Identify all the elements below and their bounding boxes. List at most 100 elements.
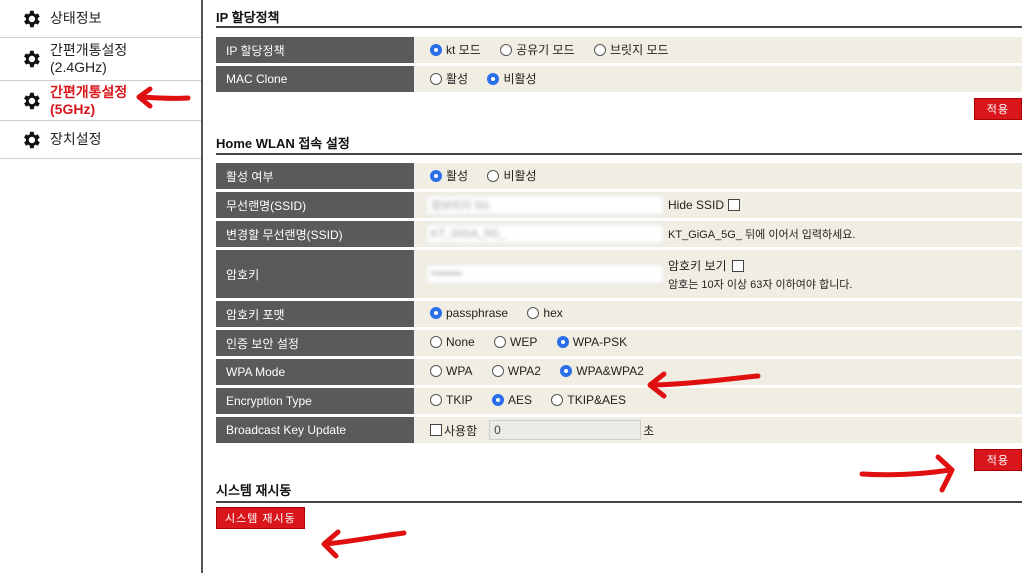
key-label: 암호키 (216, 250, 416, 298)
broadcast-label: Broadcast Key Update (216, 417, 416, 443)
ssid-inline: Hide SSID (426, 195, 1022, 215)
ip-apply-button[interactable]: 적용 (973, 98, 1022, 120)
radio-label: kt 모드 (446, 43, 481, 58)
radio-auth-none[interactable]: None (430, 335, 475, 349)
gear-icon (24, 50, 40, 68)
radio-dot[interactable] (491, 365, 504, 377)
broadcast-interval-input[interactable] (489, 420, 642, 440)
key-hint: 암호는 10자 이상 63자 이하여야 합니다. (668, 278, 853, 291)
show-key-checkbox[interactable] (731, 260, 744, 273)
label-line2: (2.4GHz) (50, 59, 107, 75)
change-ssid-input[interactable] (426, 224, 664, 244)
show-key-row: 암호키 보기 (668, 257, 853, 274)
hide-ssid-checkbox[interactable] (728, 199, 741, 211)
radio-dot[interactable] (527, 307, 540, 319)
radio-dot[interactable] (430, 365, 442, 377)
radio-dot-selected[interactable] (492, 394, 505, 406)
radio-label: 공유기 모드 (516, 43, 575, 58)
radio-label: WPA2 (507, 364, 541, 378)
radio-label: WPA (446, 364, 473, 378)
wpa-mode-label: WPA Mode (216, 359, 416, 385)
radio-enable-off[interactable]: 비활성 (487, 167, 537, 184)
gear-icon (24, 131, 40, 148)
key-cell: 암호키 보기 암호는 10자 이상 63자 이하여야 합니다. (416, 250, 1022, 298)
radio-kt-mode[interactable]: kt 모드 (430, 41, 481, 58)
hide-ssid-label: Hide SSID (668, 198, 725, 212)
ssid-cell: Hide SSID (416, 192, 1022, 218)
sidebar-item-quick-setup-24ghz[interactable]: 간편개통설정 (2.4GHz) (0, 38, 201, 81)
radio-label: 활성 (446, 72, 469, 87)
radio-label: 비활성 (503, 169, 537, 184)
radio-dot[interactable] (487, 169, 500, 182)
radio-dot[interactable] (430, 336, 442, 348)
broadcast-use-label: 사용함 (444, 423, 478, 438)
auth-label: 인증 보안 설정 (216, 330, 416, 356)
key-inline: 암호키 보기 암호는 10자 이상 63자 이하여야 합니다. (426, 257, 1022, 292)
sidebar-item-label: 간편개통설정 (2.4GHz) (50, 42, 127, 76)
radio-wpa-wpa2[interactable]: WPA&WPA2 (560, 364, 644, 378)
radio-tkip[interactable]: TKIP (430, 393, 473, 407)
radio-hex[interactable]: hex (527, 306, 563, 320)
radio-label: 비활성 (503, 72, 537, 87)
radio-bridge-mode[interactable]: 브릿지 모드 (593, 41, 669, 58)
radio-label: AES (508, 393, 533, 407)
red-arrow-reboot (321, 529, 407, 559)
broadcast-use-checkbox[interactable] (430, 424, 442, 436)
wlan-apply-button[interactable]: 적용 (973, 449, 1022, 471)
enable-row: 활성 여부 활성 비활성 (216, 163, 1022, 189)
radio-dot[interactable] (593, 43, 606, 56)
radio-passphrase[interactable]: passphrase (430, 306, 508, 320)
encryption-label: Encryption Type (216, 388, 416, 414)
key-format-label: 암호키 포맷 (216, 301, 416, 327)
radio-dot-selected[interactable] (430, 43, 442, 56)
red-arrow-sidebar (136, 86, 191, 109)
radio-dot[interactable] (430, 72, 442, 85)
wpa-mode-row: WPA Mode WPA WPA2 WPA&WPA2 (216, 359, 1022, 385)
change-ssid-inline: KT_GiGA_5G_ 뒤에 이어서 입력하세요. (426, 224, 1022, 244)
reboot-button[interactable]: 시스템 재시동 (216, 507, 305, 529)
change-ssid-row: 변경할 무선랜명(SSID) KT_GiGA_5G_ 뒤에 이어서 입력하세요. (216, 221, 1022, 247)
gear-icon (24, 10, 40, 27)
ip-policy-row: IP 할당정책 kt 모드 공유기 모드 브릿지 모드 (216, 37, 1022, 63)
radio-auth-wep[interactable]: WEP (494, 335, 537, 349)
radio-router-mode[interactable]: 공유기 모드 (500, 41, 575, 58)
radio-dot[interactable] (430, 394, 442, 406)
label-line2: (5GHz) (50, 100, 96, 117)
mac-clone-options: 활성 비활성 (416, 66, 1022, 92)
radio-label: WPA&WPA2 (576, 364, 644, 378)
sidebar-item-label: 간편개통설정 (5GHz) (50, 84, 127, 118)
ip-policy-options: kt 모드 공유기 모드 브릿지 모드 (416, 37, 1022, 63)
red-arrow-apply (859, 454, 955, 493)
radio-mac-clone-on[interactable]: 활성 (430, 70, 468, 87)
radio-mac-clone-off[interactable]: 비활성 (487, 70, 537, 87)
radio-label: WEP (510, 335, 538, 349)
key-input[interactable] (426, 264, 664, 284)
radio-auth-wpa-psk[interactable]: WPA-PSK (556, 335, 627, 349)
radio-wpa[interactable]: WPA (430, 364, 472, 378)
radio-dot-selected[interactable] (430, 307, 442, 319)
radio-label: hex (543, 306, 563, 320)
radio-enable-on[interactable]: 활성 (430, 167, 468, 184)
radio-tkip-aes[interactable]: TKIP&AES (551, 393, 626, 407)
broadcast-unit: 초 (643, 423, 655, 438)
key-notes: 암호키 보기 암호는 10자 이상 63자 이하여야 합니다. (668, 257, 853, 292)
red-arrow-wpa-mode (647, 371, 761, 399)
radio-dot-selected[interactable] (487, 72, 500, 85)
radio-wpa2[interactable]: WPA2 (491, 364, 541, 378)
enable-options: 활성 비활성 (416, 163, 1022, 189)
radio-dot-selected[interactable] (430, 169, 442, 182)
sidebar-item-device-settings[interactable]: 장치설정 (0, 121, 201, 159)
sidebar-item-status[interactable]: 상태정보 (0, 0, 201, 38)
radio-dot-selected[interactable] (556, 336, 569, 348)
ip-policy-label: IP 할당정책 (216, 37, 416, 63)
radio-dot[interactable] (494, 336, 507, 348)
key-format-row: 암호키 포맷 passphrase hex (216, 301, 1022, 327)
radio-aes[interactable]: AES (492, 393, 532, 407)
radio-label: 브릿지 모드 (609, 43, 669, 58)
ip-apply-row: 적용 (216, 95, 1022, 125)
ssid-input[interactable] (426, 195, 664, 215)
wlan-section-title: Home WLAN 접속 설정 (216, 125, 1022, 155)
radio-dot-selected[interactable] (560, 365, 573, 377)
radio-dot[interactable] (551, 394, 564, 406)
radio-dot[interactable] (500, 43, 513, 56)
